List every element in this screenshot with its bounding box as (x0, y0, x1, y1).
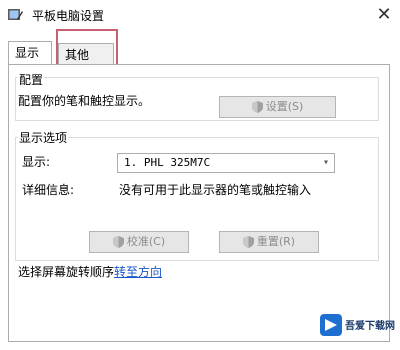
reset-button-label: 重置(R) (256, 235, 296, 248)
title-bar: 平板电脑设置 ✕ (0, 0, 400, 30)
reset-button[interactable]: 重置(R) (219, 231, 319, 253)
display-label: 显示: (22, 155, 51, 169)
orientation-link[interactable]: 转至方向 (114, 265, 162, 279)
close-icon: ✕ (376, 4, 392, 25)
tab-panel: 配置 配置你的笔和触控显示。 设置(S) 显示选项 显示: 1. PHL 325… (8, 64, 390, 342)
shield-icon (112, 236, 124, 248)
chevron-down-icon: ▾ (322, 157, 329, 168)
setup-button-label: 设置(S) (265, 100, 304, 113)
rotation-row: 选择屏幕旋转顺序转至方向 (18, 263, 162, 280)
display-select[interactable]: 1. PHL 325M7C ▾ (117, 153, 335, 173)
calibrate-button[interactable]: 校准(C) (89, 231, 189, 253)
config-group-title: 配置 (18, 71, 45, 88)
tab-strip: 显示 其他 (8, 41, 398, 66)
calibrate-button-label: 校准(C) (126, 235, 166, 248)
close-button[interactable]: ✕ (368, 0, 400, 30)
display-select-value: 1. PHL 325M7C (124, 156, 211, 169)
tablet-pen-icon (8, 9, 23, 20)
tab-display[interactable]: 显示 (8, 41, 52, 66)
rotation-prefix: 选择屏幕旋转顺序 (18, 265, 115, 279)
site-logo-icon (320, 314, 342, 336)
details-value: 没有可用于此显示器的笔或触控输入 (119, 183, 312, 197)
tab-other[interactable]: 其他 (58, 43, 114, 65)
display-options-title: 显示选项 (18, 129, 69, 146)
watermark: 吾爱下载网 (318, 312, 398, 342)
shield-icon (242, 236, 254, 248)
details-label: 详细信息: (22, 183, 75, 197)
setup-button[interactable]: 设置(S) (219, 96, 336, 118)
watermark-text: 吾爱下载网 (345, 321, 395, 332)
config-description: 配置你的笔和触控显示。 (18, 94, 151, 108)
window-title: 平板电脑设置 (32, 9, 105, 23)
shield-icon (251, 101, 263, 113)
